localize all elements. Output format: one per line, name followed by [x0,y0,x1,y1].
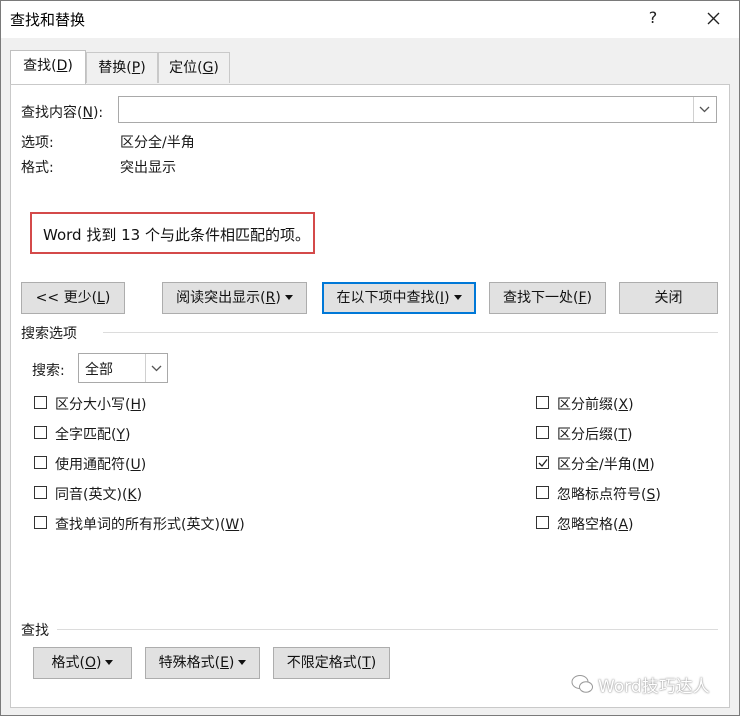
close-window-button[interactable] [700,4,726,32]
no-formatting-button[interactable]: 不限定格式(T) [273,647,390,679]
find-content-dropdown[interactable] [693,97,716,122]
checkbox-box[interactable] [34,396,47,409]
checkbox-wildcards[interactable]: 使用通配符(U) [34,454,274,474]
tab-goto[interactable]: 定位(G) [158,52,230,83]
checkbox-match-case[interactable]: 区分大小写(H) [34,394,274,414]
find-section-heading: 查找 [21,623,49,639]
tab-replace[interactable]: 替换(P) [86,52,158,83]
checkbox-match-prefix[interactable]: 区分前缀(X) [536,394,716,414]
find-content-label: 查找内容(N): [21,105,104,121]
search-scope-dropdown[interactable] [145,354,167,382]
less-button[interactable]: << 更少(L) [21,282,125,314]
section-divider [57,629,718,630]
checkbox-box[interactable] [536,486,549,499]
help-button[interactable]: ? [642,6,664,30]
checkbox-sounds-like[interactable]: 同音(英文)(K) [34,484,274,504]
wechat-icon [570,673,594,699]
find-content-input[interactable] [118,96,717,123]
title-bar [0,0,740,38]
checkbox-whole-word[interactable]: 全字匹配(Y) [34,424,274,444]
checkbox-box[interactable] [34,486,47,499]
find-in-button[interactable]: 在以下项中查找(I) [322,282,476,314]
checkbox-ignore-whitespace[interactable]: 忽略空格(A) [536,514,716,534]
format-button[interactable]: 格式(O) [33,647,132,679]
checkbox-match-suffix[interactable]: 区分后缀(T) [536,424,716,444]
search-scope-select[interactable]: 全部 [78,353,168,383]
chevron-down-icon [151,365,162,372]
special-format-button[interactable]: 特殊格式(E) [145,647,260,679]
dropdown-arrow-icon [284,295,293,300]
dropdown-arrow-icon [453,295,462,300]
checkbox-ignore-punctuation[interactable]: 忽略标点符号(S) [536,484,716,504]
watermark-text: Word技巧达人 [598,677,710,697]
format-value: 突出显示 [120,160,176,176]
options-label: 选项: [21,135,54,151]
checkbox-box[interactable] [536,396,549,409]
search-scope-label: 搜索: [32,363,65,379]
checkbox-box[interactable] [34,426,47,439]
dialog-title: 查找和替换 [10,11,86,29]
checkbox-box[interactable] [536,426,549,439]
close-icon [707,12,720,25]
checkbox-box[interactable] [536,516,549,529]
section-divider [103,332,718,333]
tab-find[interactable]: 查找(D) [10,50,86,84]
find-next-button[interactable]: 查找下一处(F) [489,282,606,314]
checkbox-match-width[interactable]: 区分全/半角(M) [536,454,716,474]
options-value: 区分全/半角 [120,135,195,151]
checkbox-box[interactable] [34,516,47,529]
result-message: Word 找到 13 个与此条件相匹配的项。 [43,226,310,244]
dropdown-arrow-icon [238,660,247,665]
reading-highlight-button[interactable]: 阅读突出显示(R) [162,282,307,314]
checkmark-icon [538,459,548,467]
dropdown-arrow-icon [105,660,114,665]
checkbox-box[interactable] [536,456,549,469]
close-button[interactable]: 关闭 [619,282,718,314]
search-options-heading: 搜索选项 [21,326,77,342]
chevron-down-icon [699,106,710,113]
format-label: 格式: [21,160,54,176]
checkbox-all-word-forms[interactable]: 查找单词的所有形式(英文)(W) [34,514,294,534]
checkbox-box[interactable] [34,456,47,469]
